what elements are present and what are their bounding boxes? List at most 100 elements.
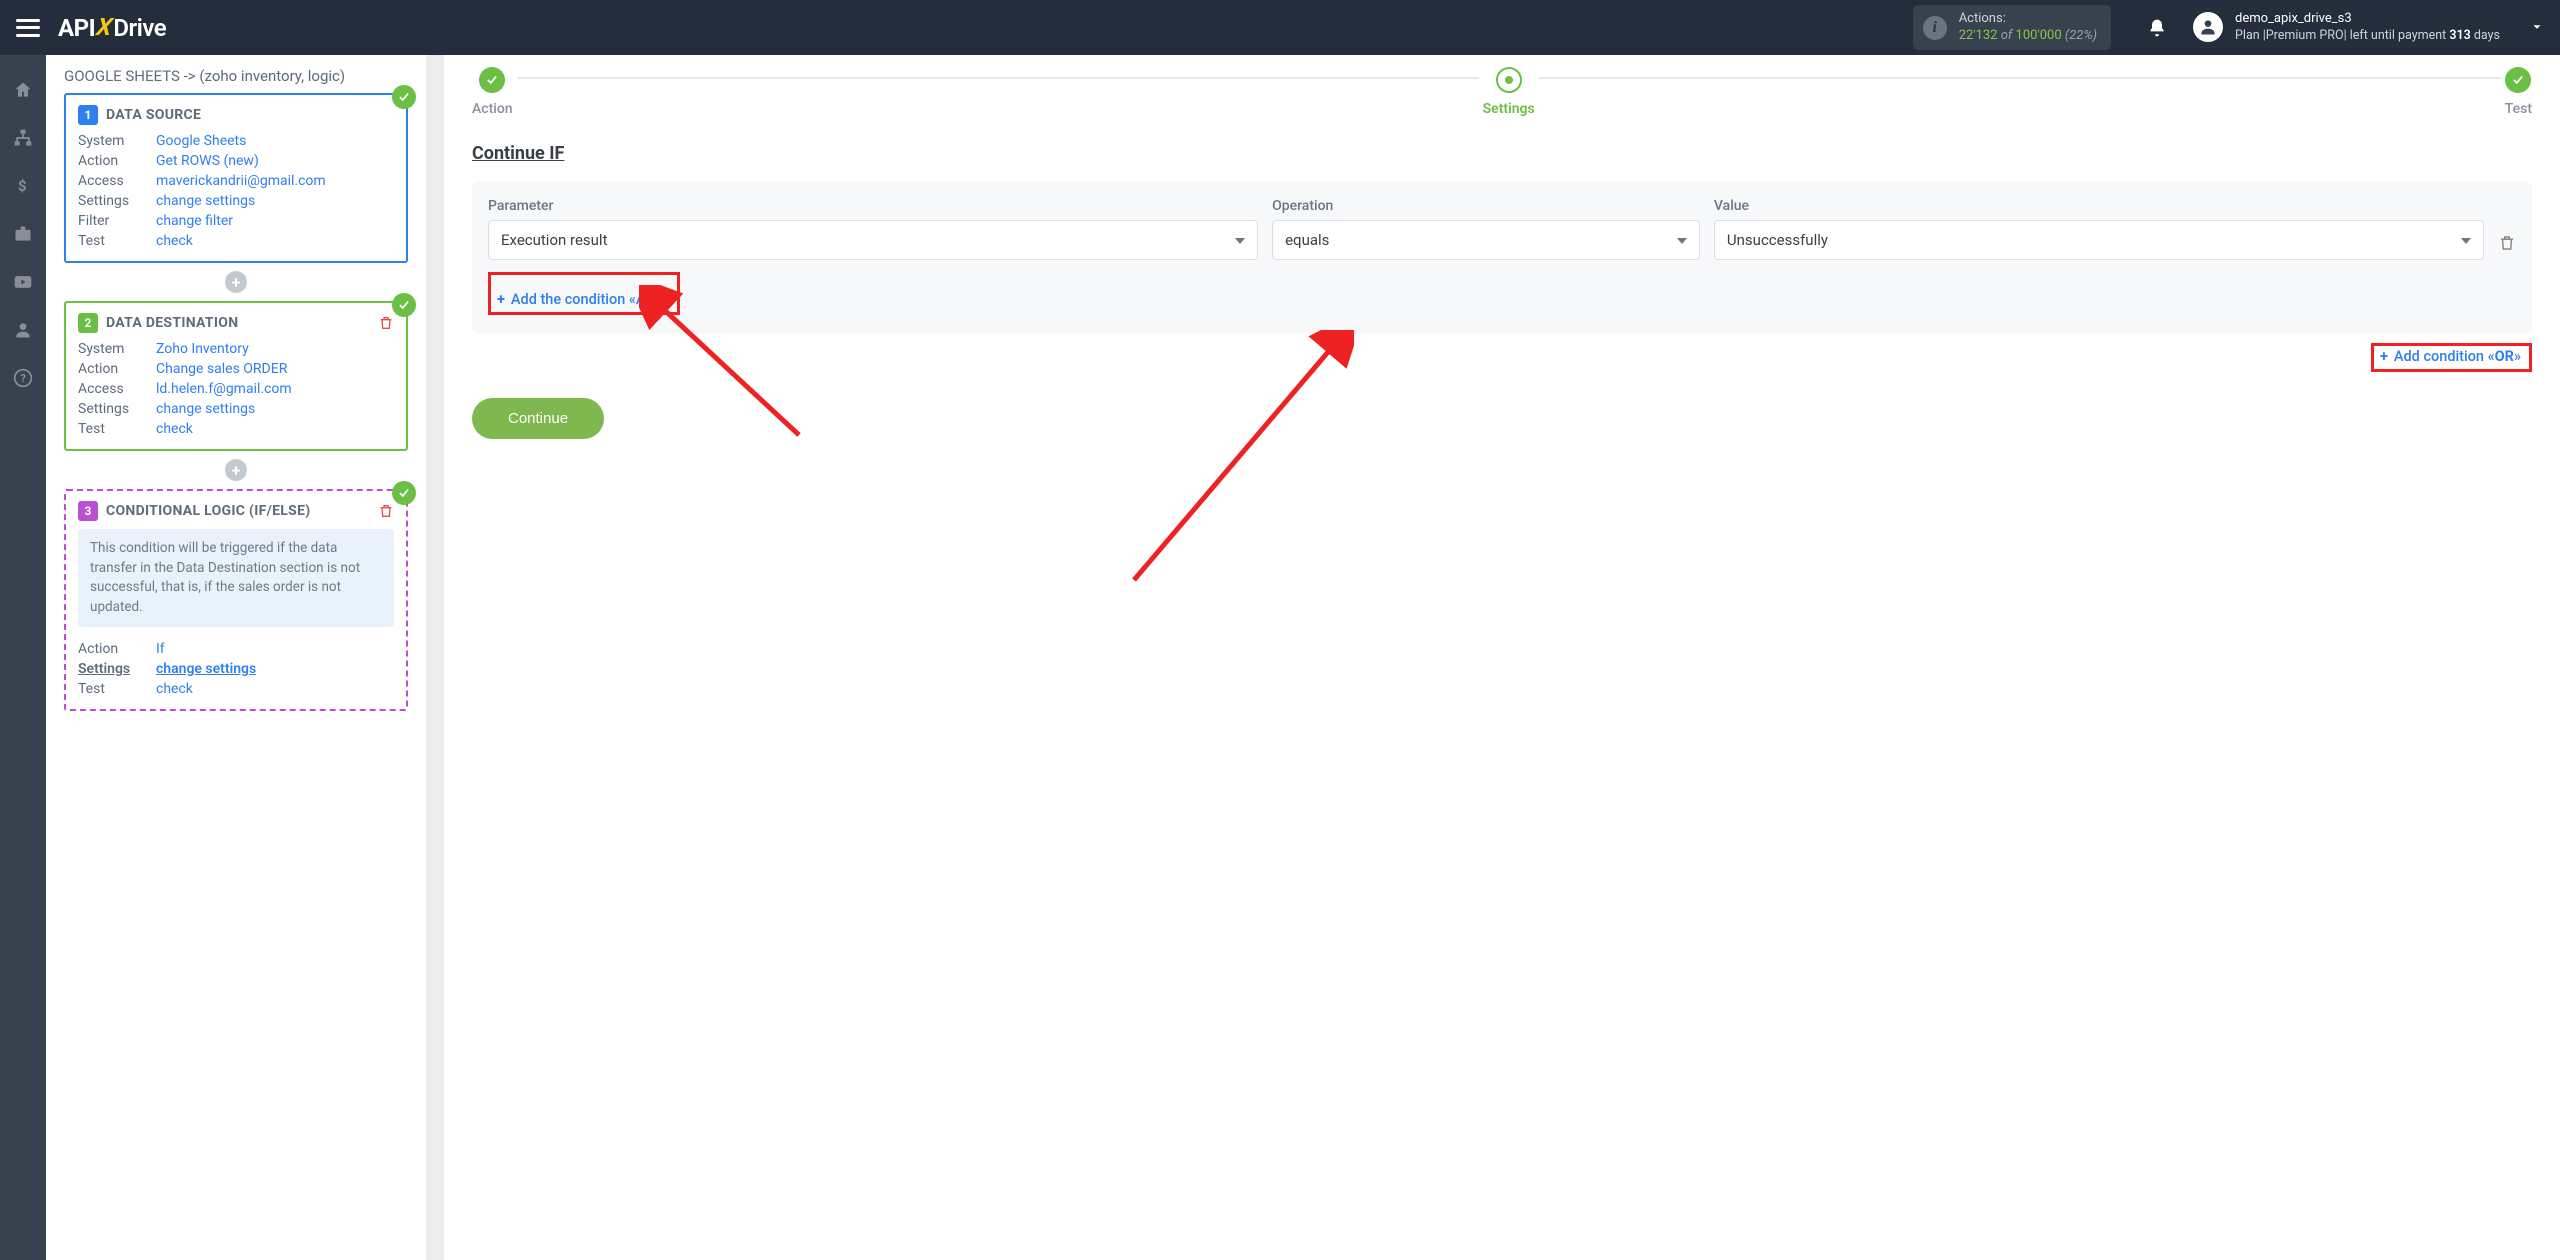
link-settings[interactable]: change settings [156, 401, 394, 417]
select-parameter[interactable]: Execution result [488, 220, 1258, 260]
label-value: Value [1714, 198, 2484, 214]
card-number: 3 [78, 501, 98, 521]
info-text: This condition will be triggered if the … [78, 529, 394, 627]
chevron-down-icon [2530, 20, 2544, 34]
actions-counter[interactable]: i Actions: 22'132 of 100'000 (22%) [1913, 5, 2111, 51]
value-action: Change sales ORDER [156, 361, 394, 377]
select-value[interactable]: Unsuccessfully [1714, 220, 2484, 260]
label-parameter: Parameter [488, 198, 1258, 214]
logo-x: X [95, 13, 114, 41]
main-panel: Action Settings Test Continue IF Paramet… [444, 55, 2560, 1260]
condition-row: Parameter Execution result Operation equ… [488, 198, 2516, 260]
value-system: Google Sheets [156, 133, 394, 149]
trash-icon[interactable] [378, 503, 394, 519]
step-test[interactable]: Test [2505, 67, 2532, 117]
plus-icon: + [2380, 348, 2388, 365]
label-action: Action [78, 153, 156, 169]
check-icon [392, 481, 416, 505]
link-access[interactable]: ld.helen.f@gmail.com [156, 381, 394, 397]
link-test[interactable]: check [156, 233, 394, 249]
actions-max: 100'000 [2016, 28, 2062, 43]
breadcrumb: GOOGLE SHEETS -> (zoho inventory, logic) [64, 55, 408, 93]
check-icon [392, 85, 416, 109]
section-title: Continue IF [472, 143, 2532, 164]
add-and-button[interactable]: + Add the condition «And» [497, 291, 669, 308]
link-settings[interactable]: change settings [156, 193, 394, 209]
bell-icon[interactable] [2147, 18, 2167, 38]
help-icon[interactable]: ? [12, 367, 34, 389]
select-operation[interactable]: equals [1272, 220, 1700, 260]
stepper: Action Settings Test [472, 55, 2532, 117]
link-settings[interactable]: change settings [156, 661, 394, 677]
add-step-button[interactable]: + [225, 459, 247, 481]
label-settings: Settings [78, 401, 156, 417]
value-system: Zoho Inventory [156, 341, 394, 357]
user-icon[interactable] [12, 319, 34, 341]
label-system: System [78, 133, 156, 149]
dollar-icon[interactable]: $ [12, 175, 34, 197]
continue-button[interactable]: Continue [472, 398, 604, 439]
user-info: demo_apix_drive_s3 Plan |Premium PRO| le… [2235, 10, 2500, 44]
label-action: Action [78, 641, 156, 657]
menu-hamburger[interactable] [16, 19, 40, 37]
logo[interactable]: APIXDrive [58, 14, 166, 42]
trash-icon[interactable] [2498, 234, 2516, 260]
actions-pct: (22%) [2065, 28, 2097, 43]
check-icon [2505, 67, 2531, 93]
label-access: Access [78, 173, 156, 189]
svg-text:$: $ [18, 177, 27, 195]
link-test[interactable]: check [156, 681, 394, 697]
add-or-button[interactable]: + Add condition «OR» [2380, 348, 2521, 365]
user-name: demo_apix_drive_s3 [2235, 10, 2500, 28]
step-action[interactable]: Action [472, 67, 513, 117]
link-test[interactable]: check [156, 421, 394, 437]
label-settings: Settings [78, 193, 156, 209]
label-test: Test [78, 421, 156, 437]
svg-text:?: ? [21, 372, 26, 385]
link-access[interactable]: maverickandrii@gmail.com [156, 173, 394, 189]
add-step-button[interactable]: + [225, 271, 247, 293]
label-system: System [78, 341, 156, 357]
check-icon [392, 293, 416, 317]
label-test: Test [78, 233, 156, 249]
briefcase-icon[interactable] [12, 223, 34, 245]
user-menu[interactable]: demo_apix_drive_s3 Plan |Premium PRO| le… [2193, 10, 2544, 44]
topbar: APIXDrive i Actions: 22'132 of 100'000 (… [0, 0, 2560, 55]
card-conditional-logic[interactable]: 3 CONDITIONAL LOGIC (IF/ELSE) This condi… [64, 489, 408, 711]
video-icon[interactable] [12, 271, 34, 293]
actions-text: Actions: 22'132 of 100'000 (22%) [1959, 11, 2097, 45]
link-filter[interactable]: change filter [156, 213, 394, 229]
plus-icon: + [497, 291, 505, 308]
user-plan: Plan |Premium PRO| left until payment 31… [2235, 28, 2500, 45]
card-number: 1 [78, 105, 98, 125]
trash-icon[interactable] [378, 315, 394, 331]
card-title: DATA DESTINATION [106, 315, 238, 331]
actions-of: of [2001, 28, 2013, 43]
label-access: Access [78, 381, 156, 397]
label-settings: Settings [78, 661, 156, 677]
label-action: Action [78, 361, 156, 377]
step-settings[interactable]: Settings [1483, 67, 1535, 117]
card-title: DATA SOURCE [106, 107, 201, 123]
actions-used: 22'132 [1959, 28, 1998, 43]
dot-icon [1496, 67, 1522, 93]
condition-block: Parameter Execution result Operation equ… [472, 182, 2532, 333]
label-filter: Filter [78, 213, 156, 229]
logo-api: API [58, 14, 95, 42]
home-icon[interactable] [12, 79, 34, 101]
actions-label: Actions: [1959, 11, 2097, 28]
label-test: Test [78, 681, 156, 697]
card-data-destination[interactable]: 2 DATA DESTINATION SystemZoho Inventory … [64, 301, 408, 451]
label-operation: Operation [1272, 198, 1700, 214]
avatar-icon [2193, 12, 2223, 42]
logo-drive: Drive [113, 14, 166, 42]
card-number: 2 [78, 313, 98, 333]
left-panel: GOOGLE SHEETS -> (zoho inventory, logic)… [46, 55, 426, 1260]
sitemap-icon[interactable] [12, 127, 34, 149]
value-action: If [156, 641, 394, 657]
card-title: CONDITIONAL LOGIC (IF/ELSE) [106, 503, 310, 519]
card-data-source[interactable]: 1 DATA SOURCE SystemGoogle Sheets Action… [64, 93, 408, 263]
sidebar: $ ? [0, 55, 46, 1260]
check-icon [479, 67, 505, 93]
value-action: Get ROWS (new) [156, 153, 394, 169]
